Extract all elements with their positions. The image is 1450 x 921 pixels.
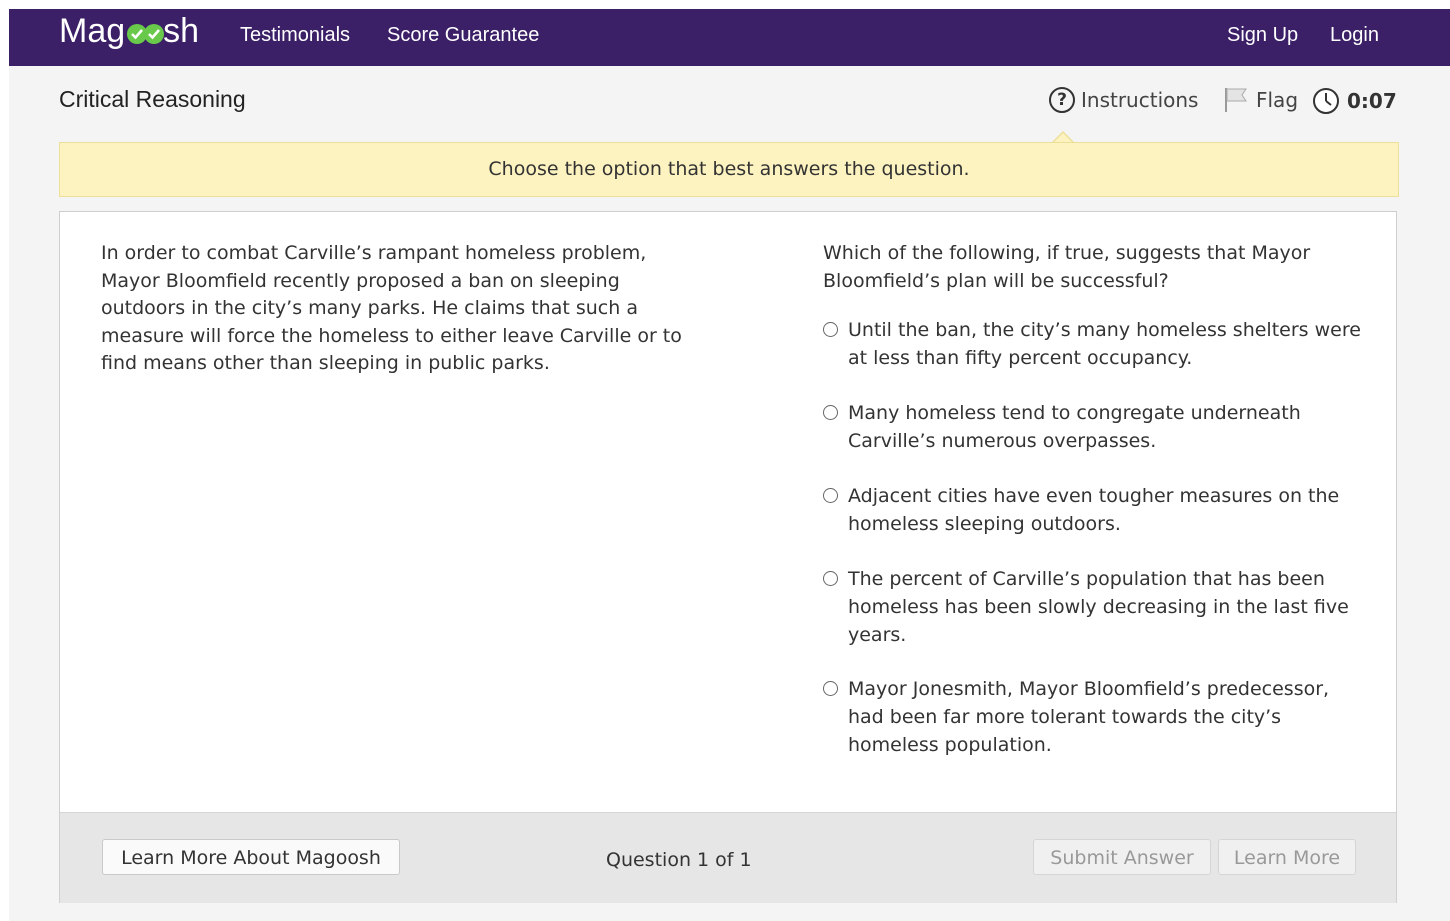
answer-choice-a[interactable]: Until the ban, the city’s many homeless … — [823, 316, 1368, 372]
instructions-button[interactable]: ? Instructions — [1049, 87, 1198, 113]
nav-link-testimonials[interactable]: Testimonials — [240, 24, 350, 47]
magoosh-logo[interactable]: Mag sh — [59, 12, 199, 51]
submit-answer-button[interactable]: Submit Answer — [1033, 839, 1211, 875]
question-panel: In order to combat Carville’s rampant ho… — [59, 211, 1397, 903]
app-frame: Mag sh Testimonials Score Guarantee Sign… — [9, 9, 1450, 921]
question-stem: Which of the following, if true, suggest… — [823, 242, 1311, 292]
answer-choice-c[interactable]: Adjacent cities have even tougher measur… — [823, 482, 1368, 538]
timer: 0:07 — [1312, 87, 1397, 115]
radio-button[interactable] — [823, 681, 838, 696]
question-counter: Question 1 of 1 — [606, 849, 752, 871]
question-passage: In order to combat Carville’s rampant ho… — [101, 242, 682, 374]
learn-more-button[interactable]: Learn More — [1218, 839, 1356, 875]
learn-more-about-magoosh-button[interactable]: Learn More About Magoosh — [102, 839, 400, 875]
answer-choice-b[interactable]: Many homeless tend to congregate underne… — [823, 399, 1368, 455]
flag-button[interactable]: Flag — [1224, 87, 1298, 113]
radio-button[interactable] — [823, 571, 838, 586]
radio-button[interactable] — [823, 488, 838, 503]
sign-up-link[interactable]: Sign Up — [1227, 24, 1298, 47]
nav-link-score-guarantee[interactable]: Score Guarantee — [387, 24, 539, 47]
radio-button[interactable] — [823, 405, 838, 420]
flag-icon — [1224, 87, 1248, 113]
instruction-banner: Choose the option that best answers the … — [59, 142, 1399, 197]
logo-check-icon — [127, 23, 165, 44]
section-title: Critical Reasoning — [59, 86, 246, 112]
top-navbar: Mag sh Testimonials Score Guarantee Sign… — [9, 9, 1450, 66]
help-icon: ? — [1049, 87, 1075, 113]
answer-choice-e[interactable]: Mayor Jonesmith, Mayor Bloomfield’s pred… — [823, 675, 1368, 759]
clock-icon — [1312, 87, 1340, 115]
answer-choice-d[interactable]: The percent of Carville’s population tha… — [823, 565, 1368, 649]
radio-button[interactable] — [823, 322, 838, 337]
login-link[interactable]: Login — [1330, 24, 1379, 47]
question-footer: Learn More About Magoosh Question 1 of 1… — [60, 812, 1396, 903]
